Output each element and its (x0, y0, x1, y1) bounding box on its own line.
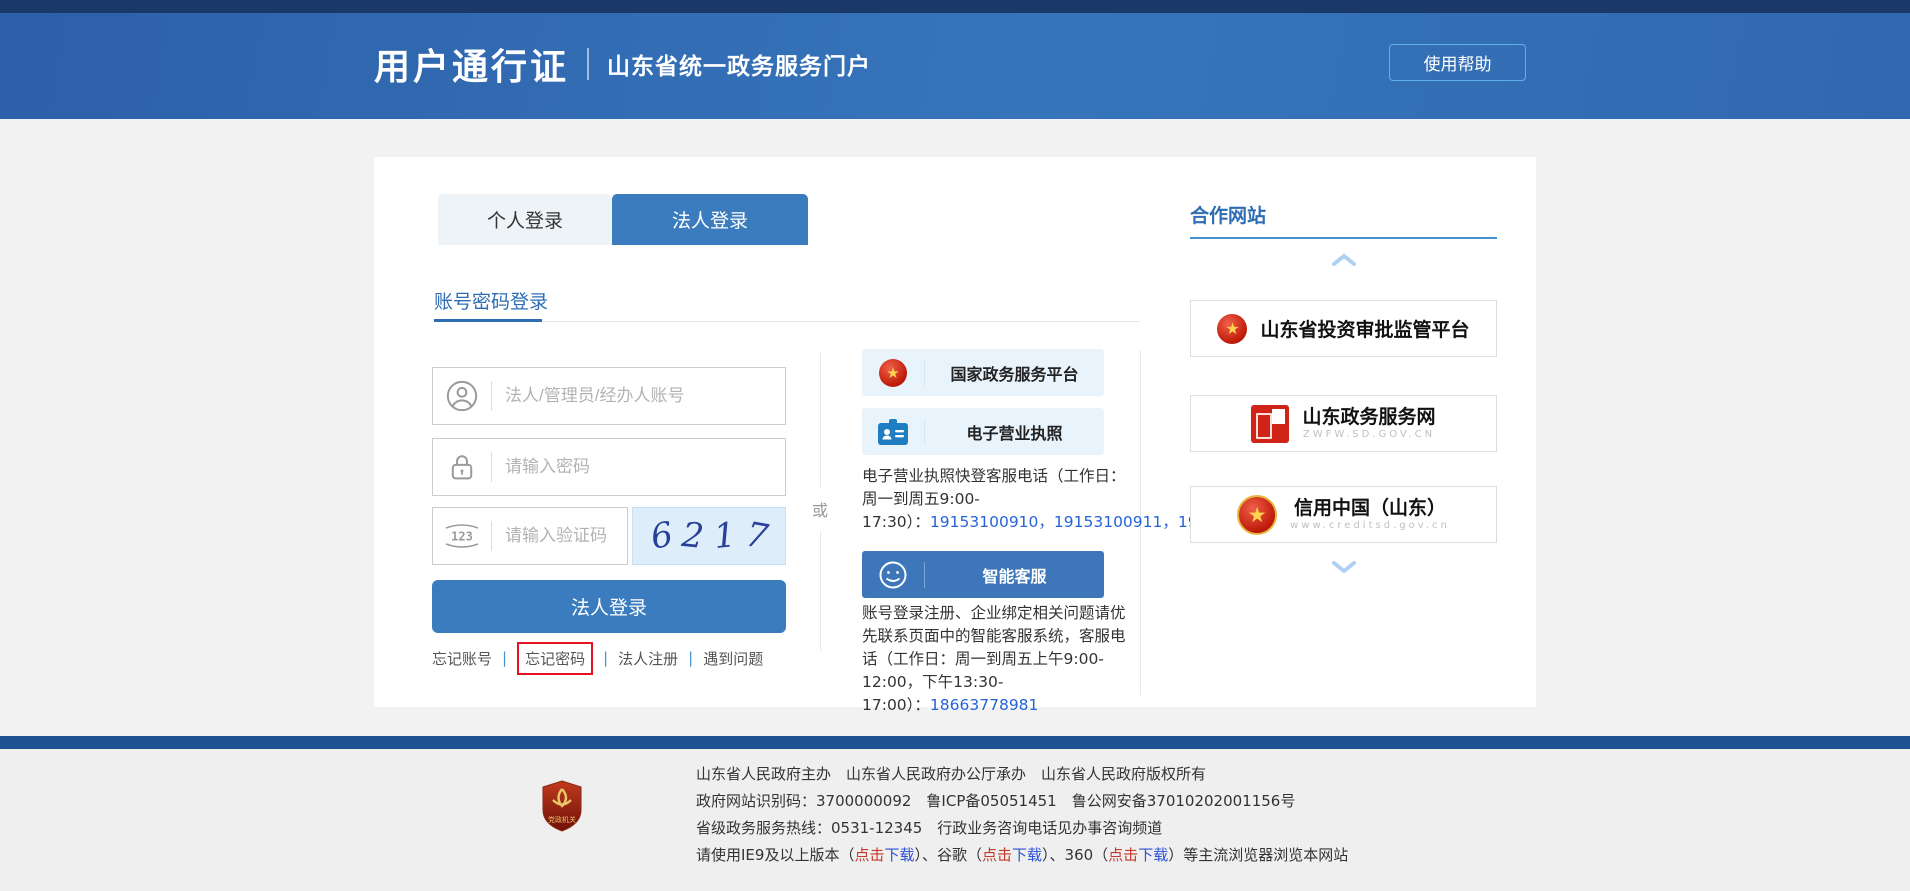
captcha-input-row: 123 (432, 507, 628, 565)
captcha-char: 6 (647, 514, 675, 557)
gov-badge-icon: 党政机关 (540, 780, 584, 832)
footer-line-4: 请使用IE9及以上版本（点击下载）、谷歌（点击下载）、360（点击下载）等主流浏… (696, 842, 1348, 869)
forgot-account-link[interactable]: 忘记账号 (432, 648, 492, 669)
e-license-phone-numbers[interactable]: 19153100910，19153100911，1915310 (930, 513, 1192, 531)
tab-personal-login[interactable]: 个人登录 (438, 194, 612, 245)
smart-service-note: 账号登录注册、企业绑定相关问题请优 先联系页面中的智能客服系统，客服电 话（工作… (862, 602, 1198, 717)
partner-name: 山东政务服务网 (1302, 407, 1435, 429)
note-line: 话（工作日：周一到周五上午9:00- (862, 648, 1198, 671)
browser-note-text: 请使用IE9及以上版本（ (696, 846, 854, 864)
footer-accent-bar (0, 736, 1910, 749)
note-line: 电子营业执照快登客服电话（工作日： (862, 465, 1192, 488)
note-line: 17:00）：18663778981 (862, 694, 1198, 717)
portal-subtitle: 山东省统一政务服务门户 (607, 47, 871, 81)
chevron-down-icon[interactable] (1331, 560, 1357, 574)
tab-legal-login[interactable]: 法人登录 (612, 194, 808, 245)
link-separator: | (603, 649, 608, 667)
smart-service-phone[interactable]: 18663778981 (930, 696, 1038, 714)
lock-icon (433, 450, 491, 484)
smart-service-button[interactable]: 智能客服 (862, 551, 1104, 598)
section-title-account-login: 账号密码登录 (434, 287, 548, 314)
note-prefix: 17:30）： (862, 513, 930, 531)
captcha-char: 1 (712, 515, 738, 557)
partners-underline (1190, 237, 1497, 239)
note-line: 12:00，下午13:30- (862, 671, 1198, 694)
national-emblem-icon: ★ (862, 359, 924, 387)
forgot-password-annotation-box: 忘记密码 (517, 642, 593, 675)
note-line: 周一到周五9:00- (862, 488, 1192, 511)
account-input[interactable] (492, 386, 785, 406)
footer-line-3: 省级政务服务热线：0531-12345 行政业务咨询电话见办事咨询频道 (696, 815, 1348, 842)
national-emblem-icon: ★ (1217, 314, 1247, 344)
link-separator: | (502, 649, 507, 667)
e-license-button[interactable]: 电子营业执照 (862, 408, 1104, 455)
browser-note-text: ）等主流浏览器浏览本网站 (1168, 846, 1348, 864)
forgot-password-link[interactable]: 忘记密码 (525, 650, 585, 668)
ie-download-link[interactable]: 点击下载 (854, 846, 914, 864)
footer-line-2: 政府网站识别码：3700000092 鲁ICP备05051451 鲁公网安备37… (696, 788, 1348, 815)
captcha-123-icon: 123 (433, 522, 491, 550)
password-input-row (432, 438, 786, 496)
smart-service-label: 智能客服 (925, 563, 1104, 587)
app-header: 用户通行证 山东省统一政务服务门户 使用帮助 (0, 13, 1910, 119)
link-separator: | (688, 649, 693, 667)
brand: 用户通行证 山东省统一政务服务门户 (374, 40, 871, 88)
partner-item-investment-platform[interactable]: ★ 山东省投资审批监管平台 (1190, 300, 1497, 357)
page-title: 用户通行证 (374, 38, 569, 90)
header-top-strip (0, 0, 1910, 13)
partner-name: 山东省投资审批监管平台 (1260, 315, 1469, 342)
partner-url: ZWFW.SD.GOV.CN (1303, 429, 1435, 441)
legal-register-link[interactable]: 法人注册 (618, 648, 678, 669)
robot-icon (862, 559, 924, 591)
help-button[interactable]: 使用帮助 (1389, 44, 1526, 81)
note-line: 17:30）：19153100910，19153100911，1915310 (862, 511, 1192, 534)
national-platform-button[interactable]: ★ 国家政务服务平台 (862, 349, 1104, 396)
credit-emblem-icon: ★ (1237, 495, 1277, 535)
footer-text: 山东省人民政府主办 山东省人民政府办公厅承办 山东省人民政府版权所有 政府网站识… (696, 761, 1348, 869)
seal-logo-icon (1251, 405, 1289, 443)
chrome-download-link[interactable]: 点击下载 (982, 846, 1042, 864)
partner-item-credit-china[interactable]: ★ 信用中国（山东） www.creditsd.gov.cn (1190, 486, 1497, 543)
password-input[interactable] (492, 457, 785, 477)
browser-note-text: ）、谷歌（ (914, 846, 982, 864)
note-prefix: 17:00）： (862, 696, 930, 714)
or-label: 或 (810, 487, 830, 531)
captcha-char: 7 (742, 514, 770, 557)
partners-title: 合作网站 (1190, 201, 1266, 228)
footer-line-1: 山东省人民政府主办 山东省人民政府办公厅承办 山东省人民政府版权所有 (696, 761, 1348, 788)
login-card: 个人登录 法人登录 账号密码登录 (374, 157, 1536, 707)
partner-name: 信用中国（山东） (1294, 498, 1446, 520)
login-links: 忘记账号 | 忘记密码 | 法人注册 | 遇到问题 (432, 640, 763, 676)
captcha-input[interactable] (492, 526, 627, 546)
note-line: 账号登录注册、企业绑定相关问题请优 (862, 602, 1198, 625)
partner-item-zwfw[interactable]: 山东政务服务网 ZWFW.SD.GOV.CN (1190, 395, 1497, 452)
account-input-row (432, 367, 786, 425)
user-icon (433, 379, 491, 413)
legal-login-button[interactable]: 法人登录 (432, 580, 786, 633)
svg-text:党政机关: 党政机关 (548, 815, 576, 824)
problem-link[interactable]: 遇到问题 (703, 648, 763, 669)
svg-text:123: 123 (451, 530, 473, 544)
e-license-label: 电子营业执照 (925, 420, 1104, 444)
brand-divider (587, 48, 589, 80)
browser-note-text: ）、360（ (1042, 846, 1108, 864)
note-line: 先联系页面中的智能客服系统，客服电 (862, 625, 1198, 648)
captcha-char: 2 (680, 515, 706, 557)
chevron-up-icon[interactable] (1331, 253, 1357, 267)
section-underline (434, 319, 542, 322)
id-card-icon (862, 417, 924, 447)
360-download-link[interactable]: 点击下载 (1108, 846, 1168, 864)
footer: 党政机关 山东省人民政府主办 山东省人民政府办公厅承办 山东省人民政府版权所有 … (0, 749, 1910, 891)
captcha-image[interactable]: 6 2 1 7 (632, 507, 786, 565)
national-platform-label: 国家政务服务平台 (925, 361, 1104, 385)
partner-url: www.creditsd.gov.cn (1290, 520, 1450, 532)
e-license-note: 电子营业执照快登客服电话（工作日： 周一到周五9:00- 17:30）：1915… (862, 465, 1192, 534)
page: 用户通行证 山东省统一政务服务门户 使用帮助 个人登录 法人登录 账号密码登录 (0, 0, 1910, 891)
